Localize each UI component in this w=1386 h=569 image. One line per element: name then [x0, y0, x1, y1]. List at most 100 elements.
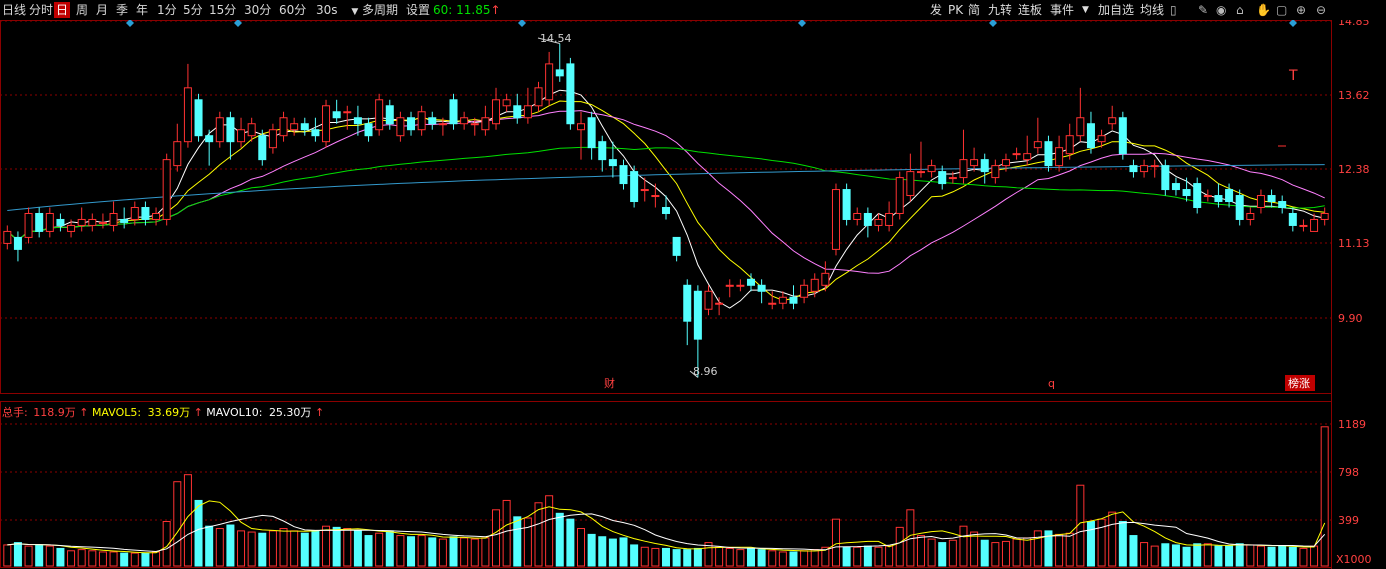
- candle-body: [608, 159, 617, 167]
- simple-button[interactable]: 简: [968, 2, 980, 18]
- eye-icon[interactable]: ◉: [1216, 2, 1226, 18]
- volume-bar: [141, 552, 150, 567]
- earnings-event-marker[interactable]: 财: [604, 376, 615, 390]
- volume-bar: [619, 537, 628, 567]
- candle-body: [98, 221, 107, 224]
- candle-body: [1193, 183, 1202, 208]
- tab-5min[interactable]: 5分: [181, 2, 205, 18]
- candle-body: [619, 165, 628, 185]
- volume-bar: [1310, 545, 1319, 567]
- candle-body: [1076, 117, 1085, 137]
- tools-icon[interactable]: ▯: [1170, 2, 1177, 18]
- nine-turn-button[interactable]: 九转: [988, 2, 1012, 18]
- candle-body: [1129, 165, 1138, 173]
- lock-icon[interactable]: ⌂: [1236, 2, 1244, 18]
- tab-month[interactable]: 月: [94, 2, 110, 18]
- price-tick: 9.90: [1338, 312, 1363, 325]
- tab-week[interactable]: 周: [74, 2, 90, 18]
- volume-bar: [1288, 546, 1297, 567]
- candle-body: [874, 218, 883, 226]
- candle-body: [45, 212, 54, 232]
- candle-body: [1118, 117, 1127, 155]
- volume-bar: [1023, 537, 1032, 567]
- volume-bar: [194, 499, 203, 567]
- candle-body: [800, 284, 809, 298]
- candle-body: [141, 207, 150, 220]
- tab-day[interactable]: 日: [54, 2, 71, 18]
- candle-body: [375, 99, 384, 131]
- volume-bar: [640, 546, 649, 567]
- volume-bar: [683, 549, 692, 567]
- q-event-marker[interactable]: q: [1048, 377, 1055, 390]
- candle-body: [492, 99, 501, 125]
- candle-body: [290, 123, 299, 131]
- settings-button[interactable]: 设置: [404, 2, 432, 18]
- volume-bar: [651, 547, 660, 567]
- consecutive-limit-button[interactable]: 连板: [1018, 2, 1042, 18]
- add-watchlist-button[interactable]: 加自选: [1098, 2, 1134, 18]
- volume-bar: [290, 530, 299, 567]
- volume-bar: [980, 539, 989, 567]
- mavol5-value: 33.69万: [148, 406, 191, 419]
- candle-body: [120, 218, 129, 223]
- candle-body: [205, 135, 214, 143]
- mavol5-line: [7, 500, 1326, 554]
- volume-bar: [226, 524, 235, 567]
- publish-button[interactable]: 发: [930, 2, 942, 18]
- candle-body: [279, 117, 288, 137]
- candle-body: [534, 87, 543, 107]
- tab-daily-line[interactable]: 日线: [0, 2, 28, 18]
- volume-bar: [534, 502, 543, 567]
- ma-line-button[interactable]: 均线: [1140, 2, 1164, 18]
- candle-body: [630, 171, 639, 203]
- ranking-badge[interactable]: 榜涨: [1288, 376, 1310, 390]
- volume-bar: [959, 525, 968, 567]
- pen-icon[interactable]: ✎: [1198, 2, 1208, 18]
- multi-period-button[interactable]: 多周期: [360, 2, 400, 18]
- tab-60min[interactable]: 60分: [277, 2, 308, 18]
- tab-quarter[interactable]: 季: [114, 2, 130, 18]
- tab-year[interactable]: 年: [134, 2, 150, 18]
- chart-markers: [126, 19, 1297, 378]
- events-button[interactable]: 事件: [1050, 2, 1074, 18]
- candle-body: [842, 189, 851, 220]
- candle-body: [311, 129, 320, 137]
- zoom-out-icon[interactable]: ⊖: [1316, 2, 1326, 18]
- hand-icon[interactable]: ✋: [1256, 2, 1271, 18]
- volume-bar: [885, 545, 894, 567]
- bag-icon[interactable]: ▢: [1276, 2, 1287, 18]
- candle-body: [173, 141, 182, 167]
- candle-body: [470, 123, 479, 126]
- tab-intraday[interactable]: 分时: [27, 2, 55, 18]
- events-chevron-down-icon[interactable]: ▼: [1082, 2, 1089, 18]
- kline-chart[interactable]: 14.85 13.62 12.38 11.13 9.90 1189 798 39…: [0, 0, 1386, 569]
- candle-body: [194, 99, 203, 137]
- volume-bar: [88, 550, 97, 567]
- zoom-in-icon[interactable]: ⊕: [1296, 2, 1306, 18]
- volume-unit: X1000: [1336, 553, 1372, 566]
- pk-button[interactable]: PK: [948, 2, 963, 18]
- candle-body: [991, 165, 1000, 179]
- ma60-readout: 60: 11.85↑: [433, 3, 501, 17]
- tab-15min[interactable]: 15分: [207, 2, 238, 18]
- candle-body: [693, 290, 702, 340]
- candle-body: [587, 117, 596, 149]
- candle-body: [1033, 141, 1042, 149]
- volume-bar: [3, 544, 12, 567]
- tab-30min[interactable]: 30分: [242, 2, 273, 18]
- candle-body: [906, 171, 915, 197]
- candle-body: [268, 129, 277, 149]
- candle-body: [672, 236, 681, 256]
- candle-body: [1299, 224, 1308, 227]
- candle-body: [1140, 165, 1149, 173]
- tab-1min[interactable]: 1分: [155, 2, 179, 18]
- volume-bar: [1055, 533, 1064, 567]
- volume-bar: [428, 537, 437, 567]
- candle-body: [417, 111, 426, 131]
- candle-body: [566, 63, 575, 125]
- candle-body: [1150, 165, 1159, 168]
- volume-bar: [343, 528, 352, 567]
- period-dropdown[interactable]: 30s ▼: [314, 2, 360, 18]
- volume-bar: [67, 550, 76, 567]
- volume-bar: [237, 530, 246, 567]
